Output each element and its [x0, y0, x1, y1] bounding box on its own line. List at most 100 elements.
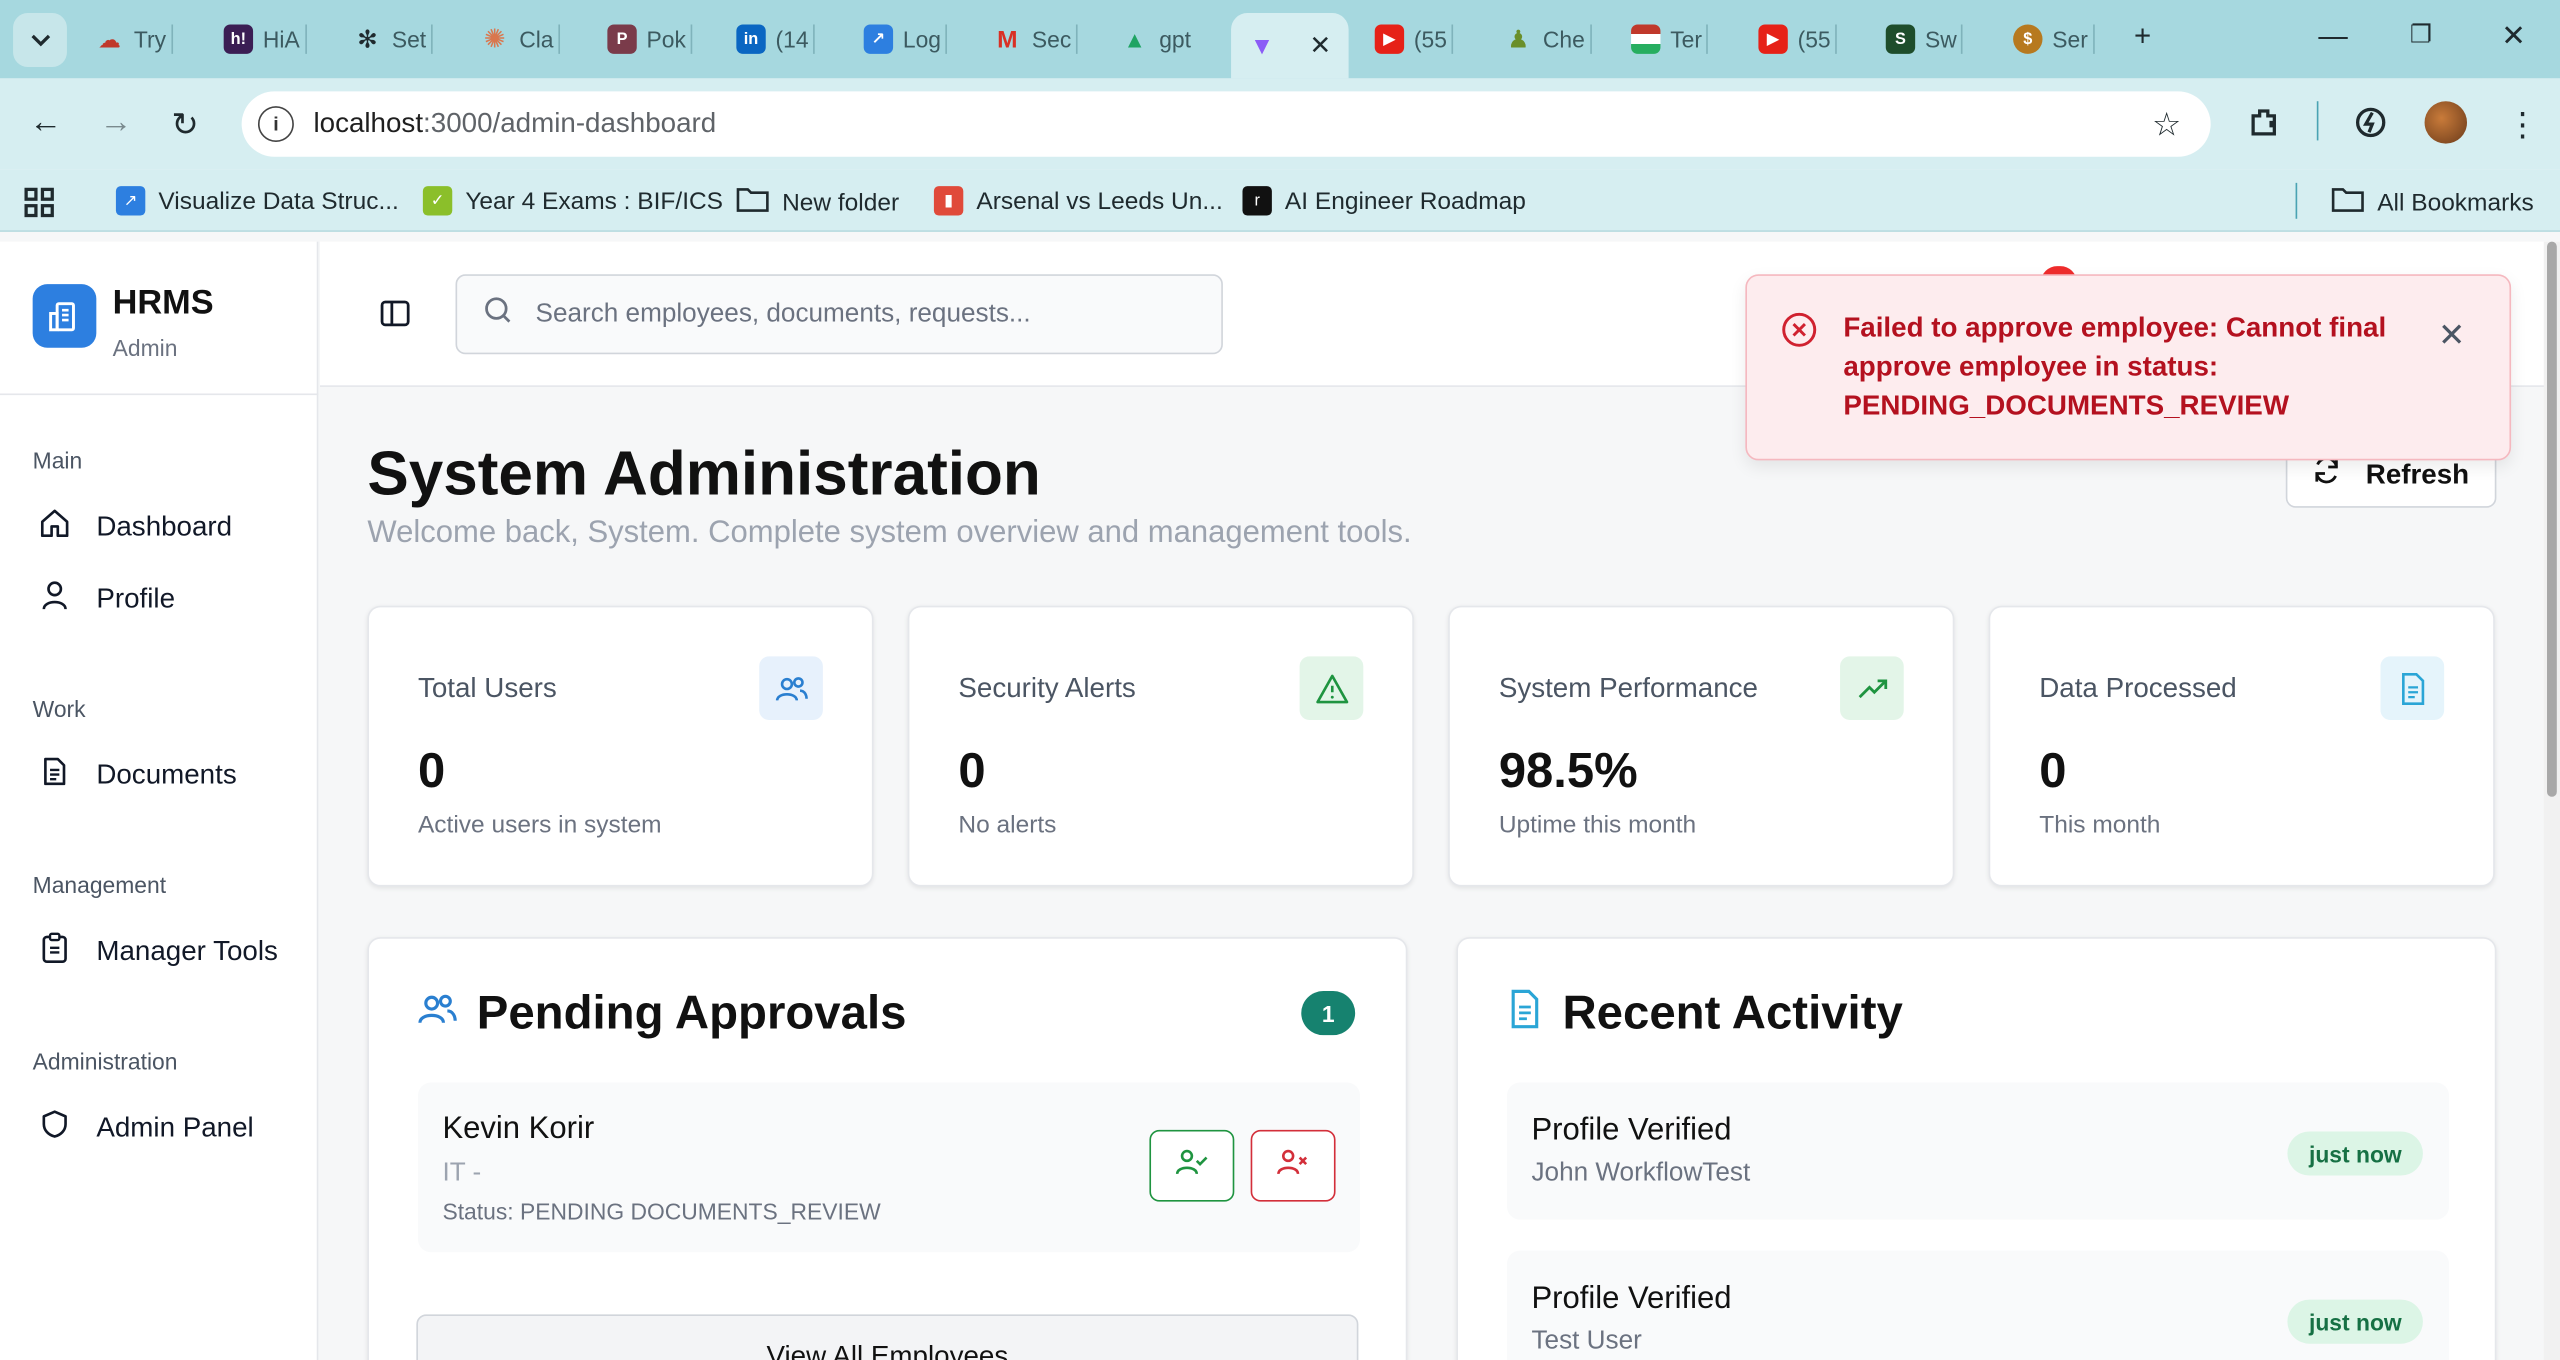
file-icon [2380, 656, 2445, 721]
reload-icon[interactable]: ↻ [171, 104, 198, 145]
tab-label: Che [1542, 26, 1585, 53]
view-all-employees-button[interactable]: View All Employees [416, 1314, 1359, 1360]
youtube-icon: ▶ [1374, 24, 1405, 54]
employee-name: Kevin Korir [442, 1111, 595, 1147]
sidebar-item-profile[interactable]: Profile [39, 580, 175, 619]
stat-value: 0 [958, 744, 986, 799]
users-icon [418, 988, 457, 1042]
close-window-icon[interactable]: ✕ [2501, 20, 2526, 54]
browser-tab-bar: ☁ Try h! HiA ✻ Set ✺ Cla P Pok in (14 ↗ Log M Se… [0, 0, 2560, 79]
sidebar-item-admin-panel[interactable]: Admin Panel [39, 1109, 254, 1148]
search-input[interactable]: Search employees, documents, requests... [455, 274, 1223, 355]
pending-approvals-title: Pending Approvals [418, 988, 906, 1042]
sidebar-item-label: Dashboard [96, 511, 233, 543]
bookmark-star-icon[interactable]: ☆ [2152, 104, 2181, 145]
forward-icon[interactable]: → [100, 104, 133, 142]
cloud-icon: ☁ [97, 25, 121, 52]
browser-tab[interactable]: S Sw [1876, 15, 1964, 64]
browser-tab[interactable]: in (14 [727, 15, 816, 64]
activity-subject: Test User [1531, 1327, 1642, 1356]
stat-card-total-users: Total Users 0 Active users in system [367, 605, 874, 887]
bookmark-item[interactable]: ✓ Year 4 Exams : BIF/ICS [422, 186, 723, 216]
stat-label: Security Alerts [958, 672, 1136, 704]
user-x-icon [1277, 1145, 1310, 1186]
performance-icon[interactable] [2353, 104, 2389, 148]
stat-value: 0 [417, 744, 446, 799]
sidebar-item-label: Documents [96, 759, 237, 791]
browser-tab[interactable]: ▲ gpt [1110, 15, 1191, 64]
browser-tab[interactable]: $ Ser [2003, 15, 2095, 64]
stat-note: Active users in system [417, 811, 662, 840]
all-bookmarks-label: All Bookmarks [2377, 188, 2534, 217]
extensions-icon[interactable] [2247, 104, 2283, 148]
stat-card-security-alerts: Security Alerts 0 No alerts [907, 605, 1414, 887]
page-title: System Administration [367, 440, 1041, 510]
stat-note: No alerts [958, 811, 1057, 840]
restore-icon[interactable]: ❐ [2410, 20, 2432, 49]
browser-tab[interactable]: h! HiA [214, 15, 307, 64]
reject-button[interactable] [1250, 1129, 1336, 1202]
address-bar[interactable]: i localhost:3000/admin-dashboard ☆ [241, 91, 2211, 157]
browser-tab[interactable]: Ter [1621, 15, 1709, 64]
tab-label: Cla [519, 26, 554, 53]
bookmark-label: New folder [782, 188, 900, 217]
back-icon[interactable]: ← [29, 104, 62, 142]
activity-time-badge: just now [2287, 1299, 2423, 1344]
vite-icon: ▼ [1249, 31, 1275, 60]
bookmark-item[interactable]: New folder [736, 186, 899, 219]
browser-tab[interactable]: M Sec [983, 15, 1078, 64]
apps-grid-icon[interactable] [23, 186, 56, 219]
tab-label: Set [391, 26, 427, 53]
bookmark-red-icon: ▮ [933, 186, 964, 216]
minimize-icon[interactable]: — [2318, 20, 2347, 54]
gmail-icon: M [997, 25, 1018, 54]
toolbar-divider [2316, 101, 2319, 141]
pending-count-badge: 1 [1301, 991, 1356, 1036]
coin-icon: $ [2013, 24, 2043, 54]
menu-kebab-icon[interactable]: ⋮ [2506, 104, 2539, 145]
site-info-icon[interactable]: i [257, 106, 294, 143]
sidebar-item-label: Manager Tools [96, 935, 278, 967]
url-host: localhost [313, 107, 424, 139]
tab-label: (55 [1797, 26, 1831, 53]
approve-button[interactable] [1149, 1129, 1235, 1202]
profile-avatar[interactable] [2424, 101, 2468, 144]
close-tab-icon[interactable]: ✕ [1309, 29, 1331, 62]
browser-tab[interactable]: ↗ Log [854, 15, 948, 64]
sidebar-item-label: Profile [96, 582, 176, 614]
browser-tab[interactable]: ♟ Che [1494, 15, 1592, 64]
close-icon[interactable]: ✕ [2438, 315, 2465, 356]
tab-label: Sec [1031, 26, 1072, 53]
sidebar-item-manager-tools[interactable]: Manager Tools [39, 932, 278, 971]
bookmark-item[interactable]: ↗ Visualize Data Struc... [115, 186, 399, 216]
tab-search-button[interactable] [13, 13, 67, 67]
browser-tab[interactable]: ✻ Set [343, 15, 433, 64]
browser-tab[interactable]: ▶ (55 [1749, 15, 1838, 64]
document-icon [39, 756, 70, 795]
all-bookmarks[interactable]: All Bookmarks [2331, 186, 2534, 219]
browser-tab[interactable]: ✺ Cla [470, 15, 561, 64]
sidebar-toggle-icon[interactable] [379, 297, 412, 338]
page-subtitle: Welcome back, System. Complete system ov… [367, 515, 1412, 551]
pending-approvals-panel: Pending Approvals 1 Kevin Korir IT - Sta… [367, 937, 1408, 1360]
section-label-main: Main [32, 447, 83, 474]
new-tab-icon[interactable]: + [2134, 20, 2151, 54]
browser-tab-active[interactable]: ▼ ✕ [1231, 13, 1349, 79]
sidebar-item-dashboard[interactable]: Dashboard [39, 508, 232, 547]
section-label-management: Management [32, 871, 167, 898]
stat-note: This month [2039, 811, 2161, 840]
tab-label: gpt [1159, 26, 1192, 53]
browser-tab[interactable]: ▶ (55 [1365, 15, 1454, 64]
url-text[interactable]: localhost:3000/admin-dashboard [313, 108, 716, 141]
stat-value: 0 [2039, 744, 2067, 799]
brand-role: Admin [112, 334, 178, 361]
bookmark-item[interactable]: ▮ Arsenal vs Leeds Un... [933, 186, 1223, 216]
page-scrollbar[interactable] [2543, 241, 2560, 1360]
shield-icon [39, 1109, 70, 1148]
scrollbar-thumb[interactable] [2547, 241, 2557, 797]
sidebar-item-documents[interactable]: Documents [39, 756, 237, 795]
bookmark-item[interactable]: r AI Engineer Roadmap [1242, 186, 1526, 216]
browser-tab[interactable]: P Pok [598, 15, 693, 64]
browser-tab[interactable]: ☁ Try [85, 15, 173, 64]
activity-title: Profile Verified [1531, 1113, 1732, 1148]
